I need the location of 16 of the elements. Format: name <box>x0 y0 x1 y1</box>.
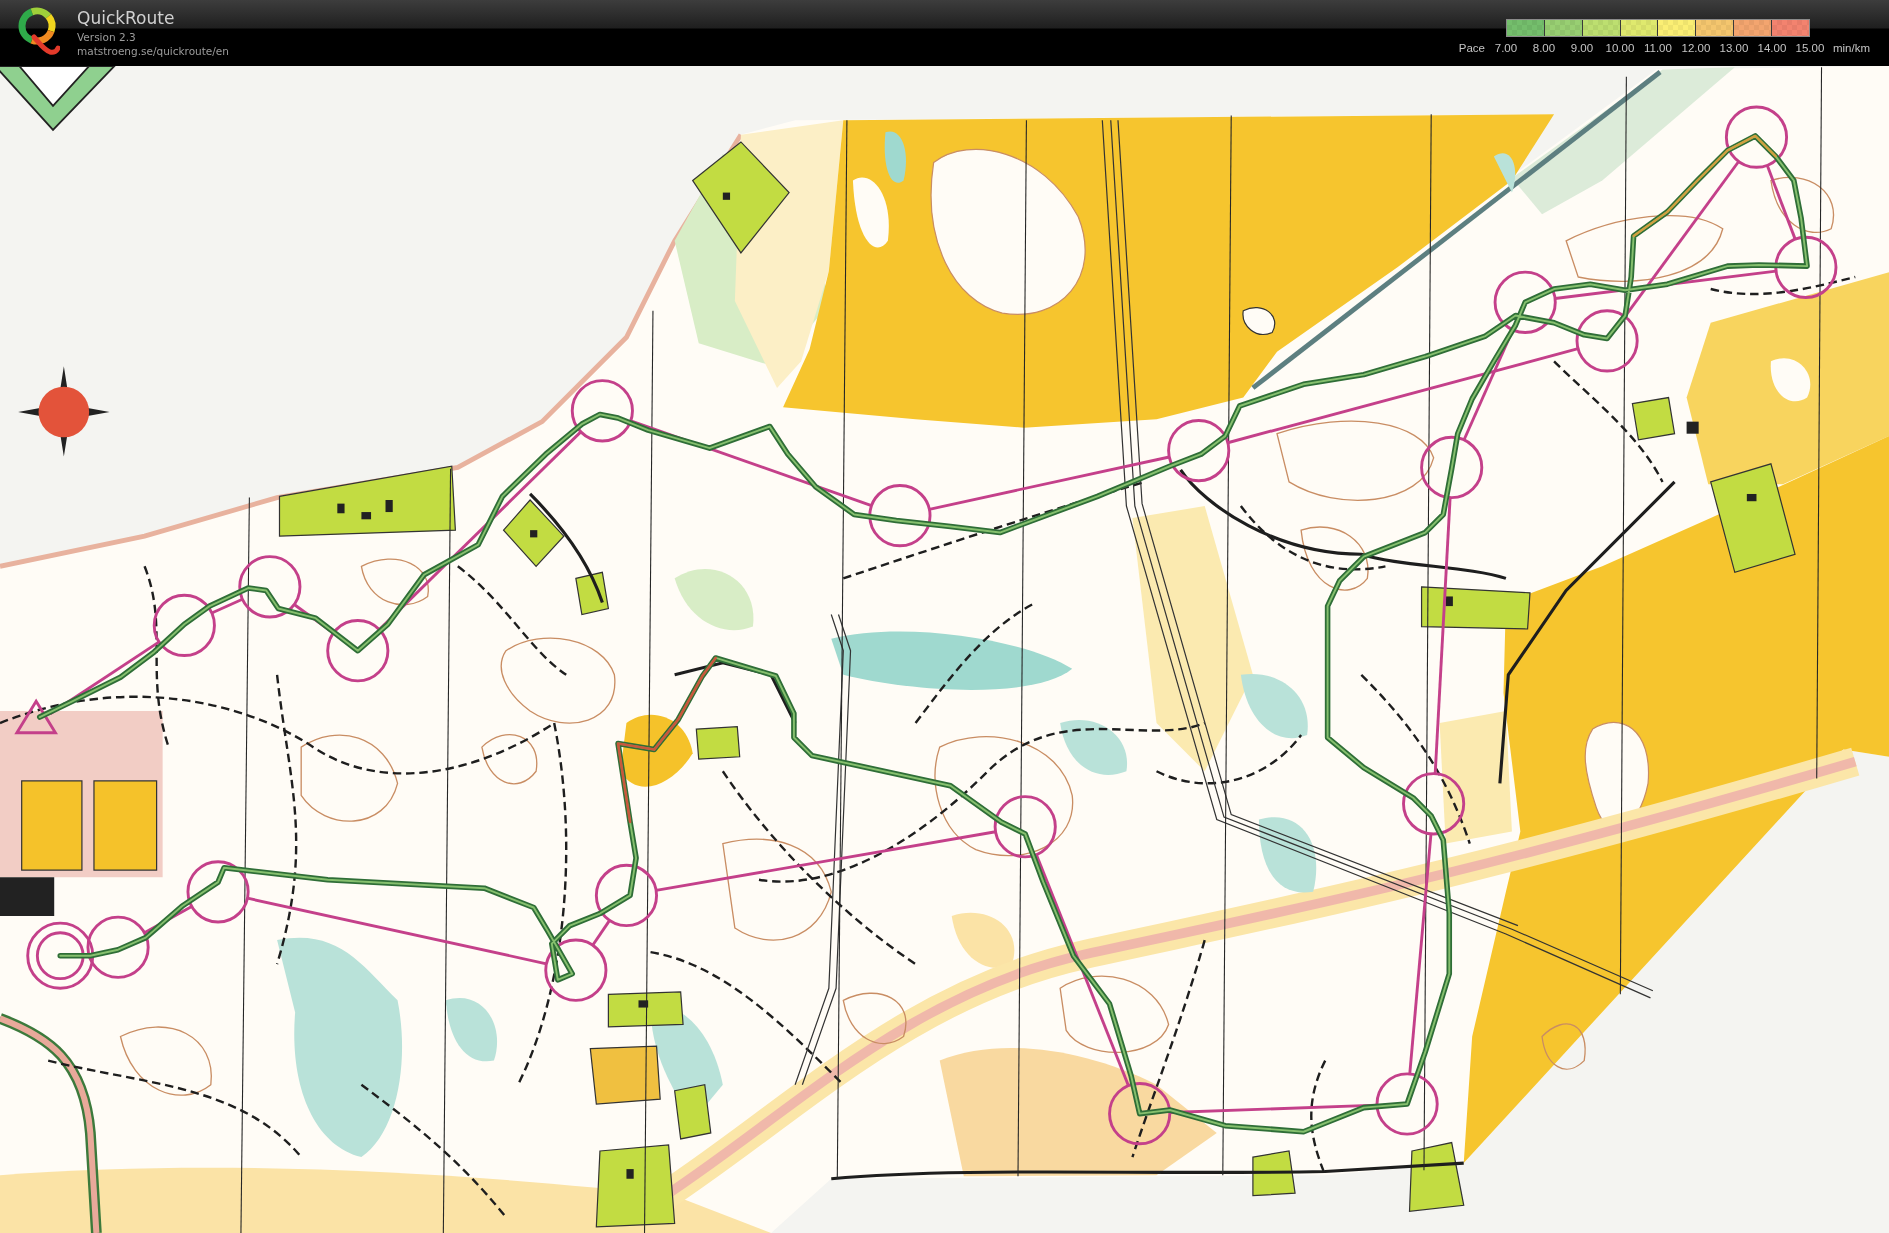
pace-tick-label: 9.00 <box>1569 42 1595 55</box>
pace-tick-label: 11.00 <box>1642 42 1673 55</box>
pace-tick-label: 8.00 <box>1531 42 1557 55</box>
triangle-logo-icon <box>0 66 117 132</box>
compass-icon <box>18 366 110 457</box>
legend-label: Pace <box>1458 42 1486 55</box>
app-title: QuickRoute <box>77 8 176 28</box>
legend-unit: min/km <box>1831 42 1870 55</box>
pace-tick-label: 7.00 <box>1493 42 1519 55</box>
app-version: Version 2.3 <box>77 30 137 44</box>
app-url: matstroeng.se/quickroute/en <box>77 44 229 58</box>
pace-tick-label: 14.00 <box>1756 42 1788 55</box>
pace-tick-label: 12.00 <box>1680 42 1712 55</box>
pace-tick-label: 10.00 <box>1604 42 1636 55</box>
pace-tick-label: 13.00 <box>1718 42 1750 55</box>
pace-tick-label: 15.00 <box>1794 42 1826 55</box>
